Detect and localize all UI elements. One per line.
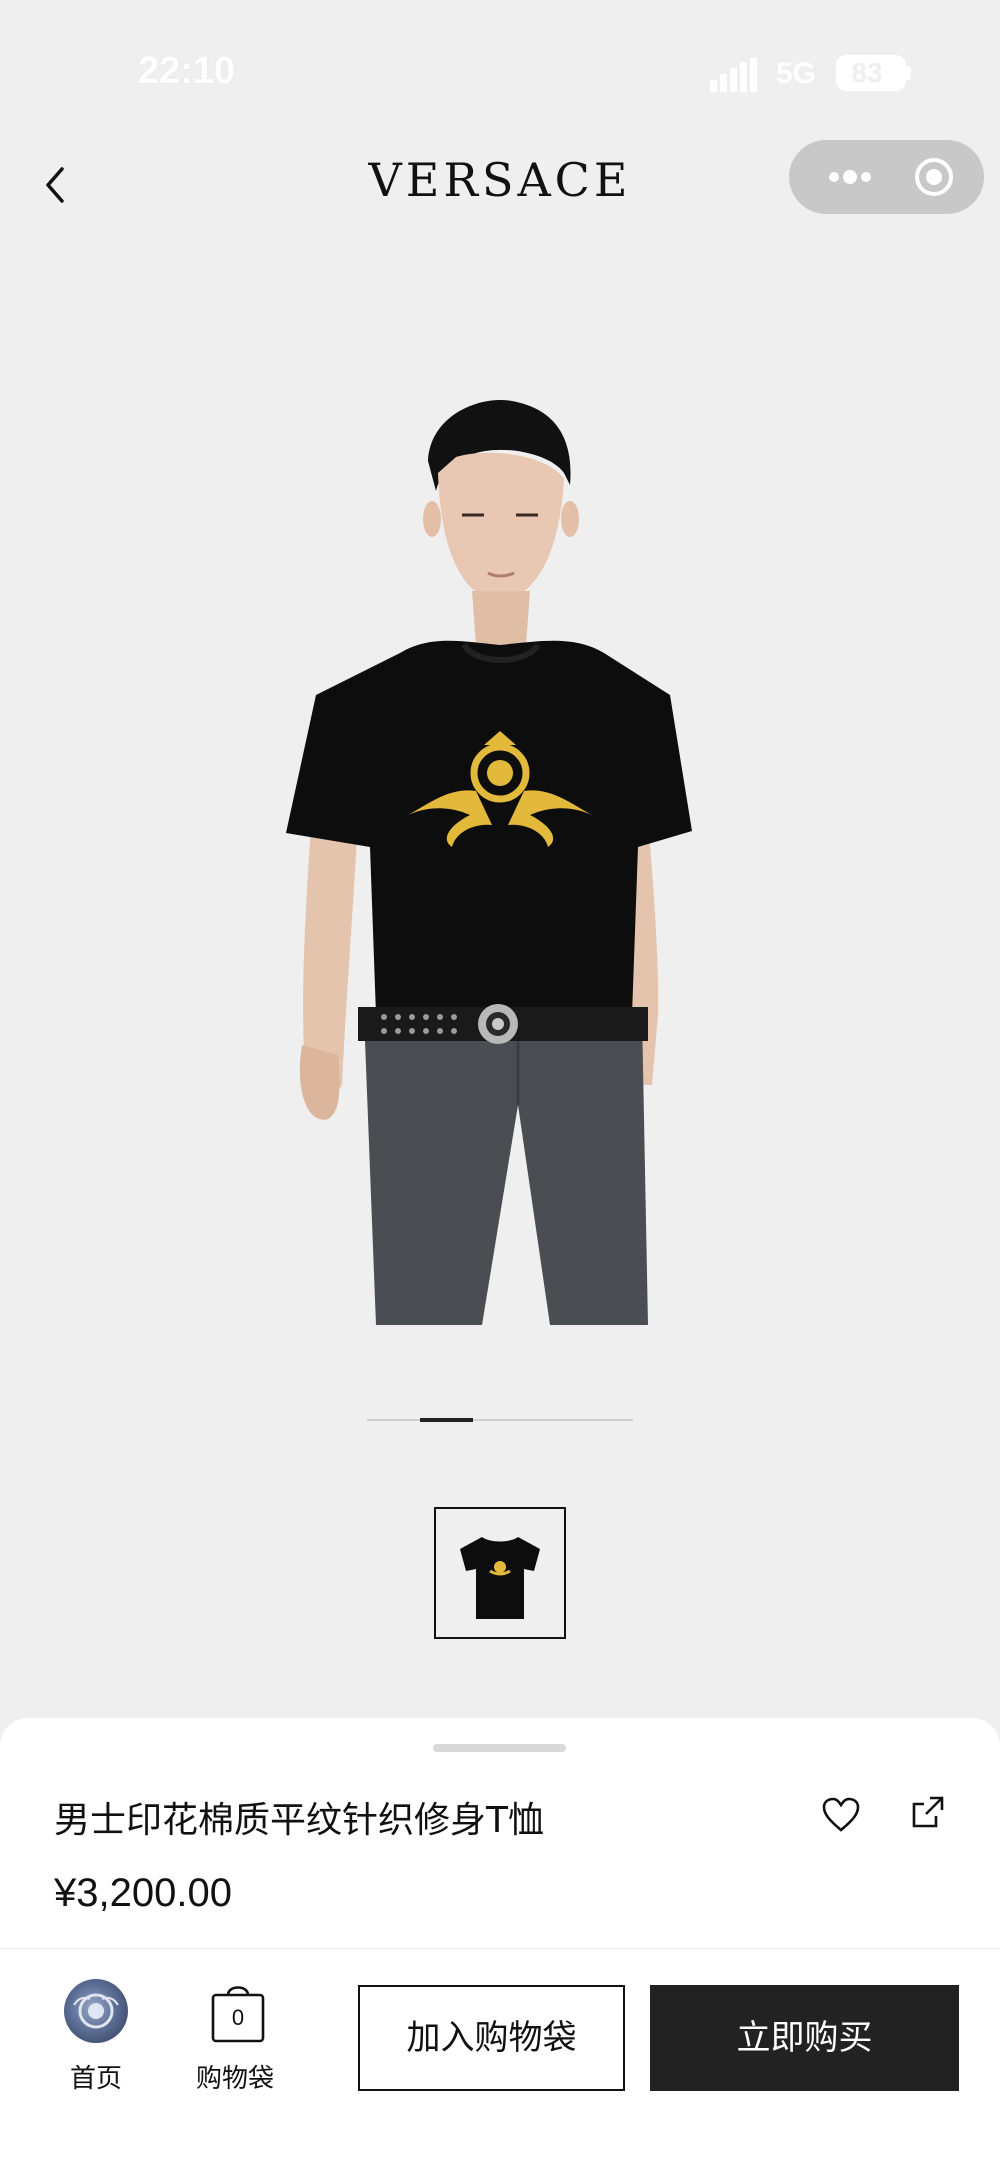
battery-tip: [906, 66, 911, 80]
sheet-drag-handle[interactable]: [433, 1744, 566, 1752]
add-to-bag-button[interactable]: 加入购物袋: [358, 1985, 625, 2091]
thumbnail-tshirt-icon: [460, 1537, 540, 1619]
battery-icon: 83: [836, 55, 906, 91]
product-price: ¥3,200.00: [54, 1871, 232, 1915]
status-time: 22:10: [138, 50, 236, 92]
tshirt-thumbnail[interactable]: [434, 1507, 566, 1639]
divider: [0, 1948, 1000, 1949]
capsule-divider: [886, 158, 887, 196]
signal-icon: [710, 58, 757, 92]
carousel-indicator-active: [420, 1418, 473, 1422]
heart-icon[interactable]: [821, 1796, 861, 1834]
product-image[interactable]: [280, 395, 720, 1355]
bag-count: 0: [231, 2005, 245, 2030]
home-icon: [64, 1979, 128, 2043]
share-icon[interactable]: [908, 1792, 948, 1832]
buy-now-button[interactable]: 立即购买: [650, 1985, 959, 2091]
close-miniprogram-icon[interactable]: [913, 156, 955, 198]
nav-home[interactable]: 首页: [58, 1979, 138, 2094]
nav-home-label: 首页: [70, 2064, 123, 2094]
medusa-logo-icon: [73, 1993, 119, 2029]
carousel-indicator-track: [367, 1419, 633, 1421]
battery-level: 83: [851, 57, 883, 88]
status-bar: 22:10 5G 83: [0, 0, 1000, 150]
product-title: 男士印花棉质平纹针织修身T恤: [54, 1800, 544, 1841]
nav-bag-label: 购物袋: [196, 2064, 275, 2094]
product-info-sheet: 男士印花棉质平纹针织修身T恤 ¥3,200.00: [0, 1718, 1000, 2173]
network-type: 5G: [776, 57, 817, 90]
miniprogram-capsule: [789, 140, 984, 214]
nav-shopping-bag[interactable]: 0 购物袋: [190, 1979, 286, 2094]
more-dots-icon[interactable]: [825, 162, 875, 192]
